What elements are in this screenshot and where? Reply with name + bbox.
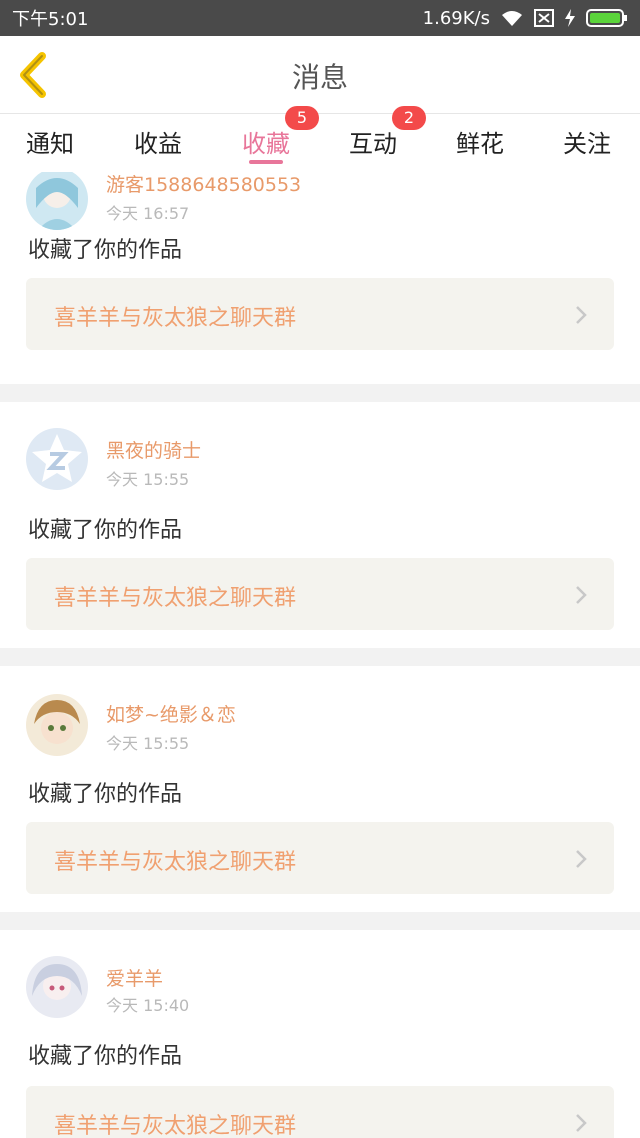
wifi-icon [502,11,522,26]
action-text: 收藏了你的作品 [28,238,183,263]
page-title: 消息 [291,61,348,94]
anime-girl-white-avatar[interactable] [26,956,88,1018]
action-text: 收藏了你的作品 [28,518,183,543]
work-title: 喜羊羊与灰太狼之聊天群 [54,1114,297,1138]
interactions-badge: 2 [392,106,426,130]
timestamp: 今天 15:55 [106,470,190,489]
username[interactable]: 游客1588648580553 [106,172,301,197]
action-text: 收藏了你的作品 [28,1044,183,1069]
tab-bar: 通知 收益 收藏 互动 鲜花 关注 [0,114,640,172]
favorites-list: 游客1588648580553 今天 16:57 收藏了你的作品 喜羊羊与灰太狼… [0,172,640,1138]
work-link[interactable]: 喜羊羊与灰太狼之聊天群 [26,822,614,894]
work-title: 喜羊羊与灰太狼之聊天群 [54,306,297,331]
action-text: 收藏了你的作品 [28,782,183,807]
tab-notifications[interactable]: 通知 [26,124,74,159]
username[interactable]: 黑夜的骑士 [106,436,201,463]
username[interactable]: 如梦~绝影＆恋 [106,700,236,727]
work-title: 喜羊羊与灰太狼之聊天群 [54,850,297,875]
status-time: 下午5:01 [12,9,89,30]
timestamp: 今天 15:55 [106,734,190,753]
charging-icon [565,9,575,27]
default-star-avatar[interactable] [26,428,88,490]
anime-boy-avatar[interactable] [26,694,88,756]
favorites-badge: 5 [285,106,319,130]
sim-x-icon [534,9,554,27]
timestamp: 今天 15:40 [106,996,190,1015]
app-header: 消息 [0,36,640,114]
work-link[interactable]: 喜羊羊与灰太狼之聊天群 [26,558,614,630]
tab-flowers[interactable]: 鲜花 [456,124,504,159]
network-speed: 1.69K/s [422,7,490,29]
active-tab-indicator [249,160,283,164]
chevron-right-icon [576,586,587,604]
chevron-right-icon [576,1114,587,1132]
work-title: 喜羊羊与灰太狼之聊天群 [54,586,297,611]
tab-following[interactable]: 关注 [563,124,611,159]
anime-girl-blue-avatar[interactable] [26,172,88,230]
list-item[interactable]: 爱羊羊 今天 15:40 收藏了你的作品 喜羊羊与灰太狼之聊天群 [0,930,640,1138]
list-item[interactable]: 游客1588648580553 今天 16:57 收藏了你的作品 喜羊羊与灰太狼… [0,172,640,384]
tab-favorites[interactable]: 收藏 [242,124,290,159]
list-item[interactable]: 黑夜的骑士 今天 15:55 收藏了你的作品 喜羊羊与灰太狼之聊天群 [0,402,640,648]
username[interactable]: 爱羊羊 [106,964,163,991]
battery-icon [586,9,627,27]
status-bar: 下午5:01 1.69K/s [0,0,640,36]
work-link[interactable]: 喜羊羊与灰太狼之聊天群 [26,1086,614,1138]
tab-interactions[interactable]: 互动 [349,124,397,159]
list-item[interactable]: 如梦~绝影＆恋 今天 15:55 收藏了你的作品 喜羊羊与灰太狼之聊天群 [0,666,640,912]
tab-earnings[interactable]: 收益 [134,124,182,159]
chevron-right-icon [576,850,587,868]
chevron-right-icon [576,306,587,324]
timestamp: 今天 16:57 [106,204,190,223]
work-link[interactable]: 喜羊羊与灰太狼之聊天群 [26,278,614,350]
